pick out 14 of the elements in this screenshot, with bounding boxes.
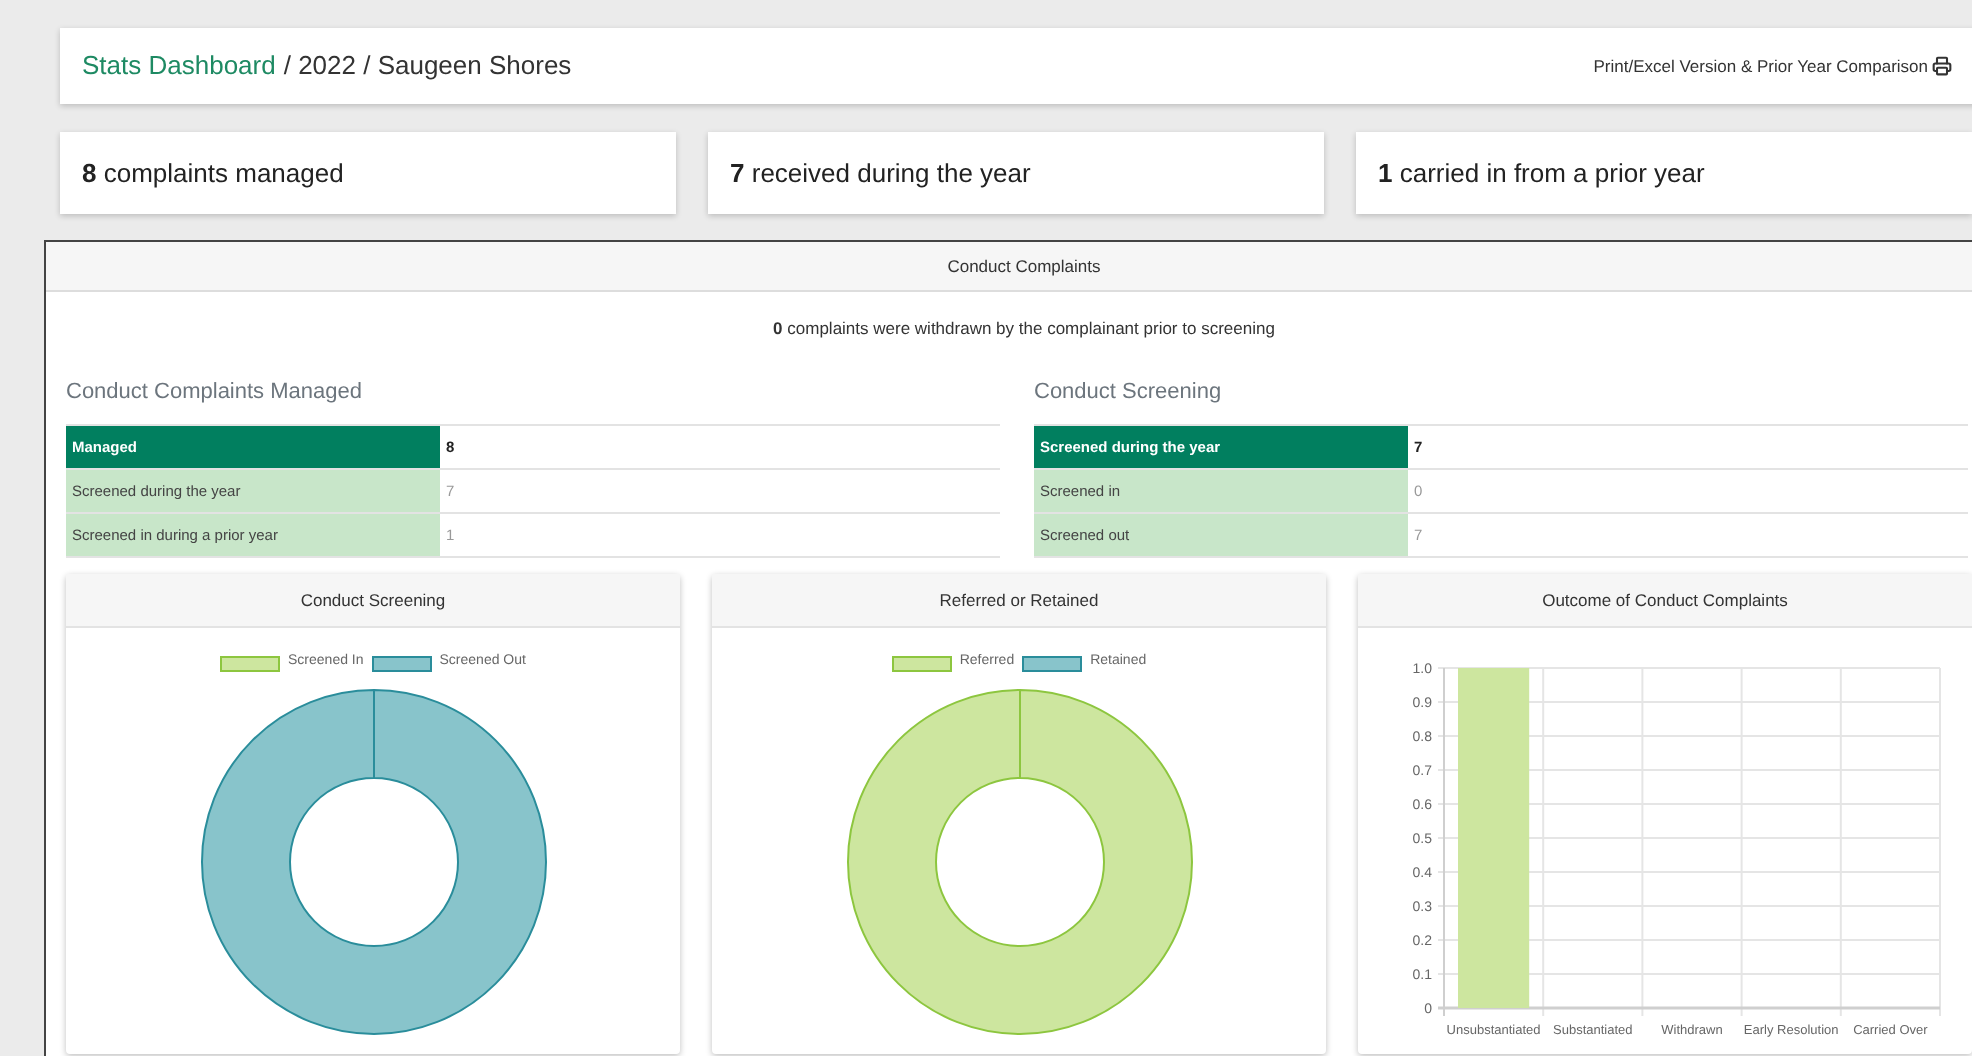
withdrawn-note: 0 complaints were withdrawn by the complainant prior to screening — [773, 316, 1275, 342]
printer-icon — [1932, 56, 1952, 76]
summary-text: 1 carried in from a prior year — [1378, 155, 1705, 192]
panel-title: Conduct Complaints — [947, 253, 1101, 279]
table-title: Conduct Complaints Managed — [66, 377, 364, 408]
summary-text: 8 complaints managed — [82, 155, 344, 192]
chart-title: Referred or Retained — [939, 587, 1099, 614]
table-title: Conduct Screening — [1034, 377, 1224, 408]
summary-text: 7 received during the year — [730, 155, 1031, 192]
chart-title: Outcome of Conduct Complaints — [1542, 587, 1788, 614]
breadcrumb-link[interactable]: Stats Dashboard — [82, 46, 276, 86]
breadcrumb-text: / 2022 / Saugeen Shores — [283, 48, 572, 85]
print-link[interactable]: Print/Excel Version & Prior Year Comparison — [1593, 53, 1952, 79]
chart-title: Conduct Screening — [300, 587, 446, 614]
